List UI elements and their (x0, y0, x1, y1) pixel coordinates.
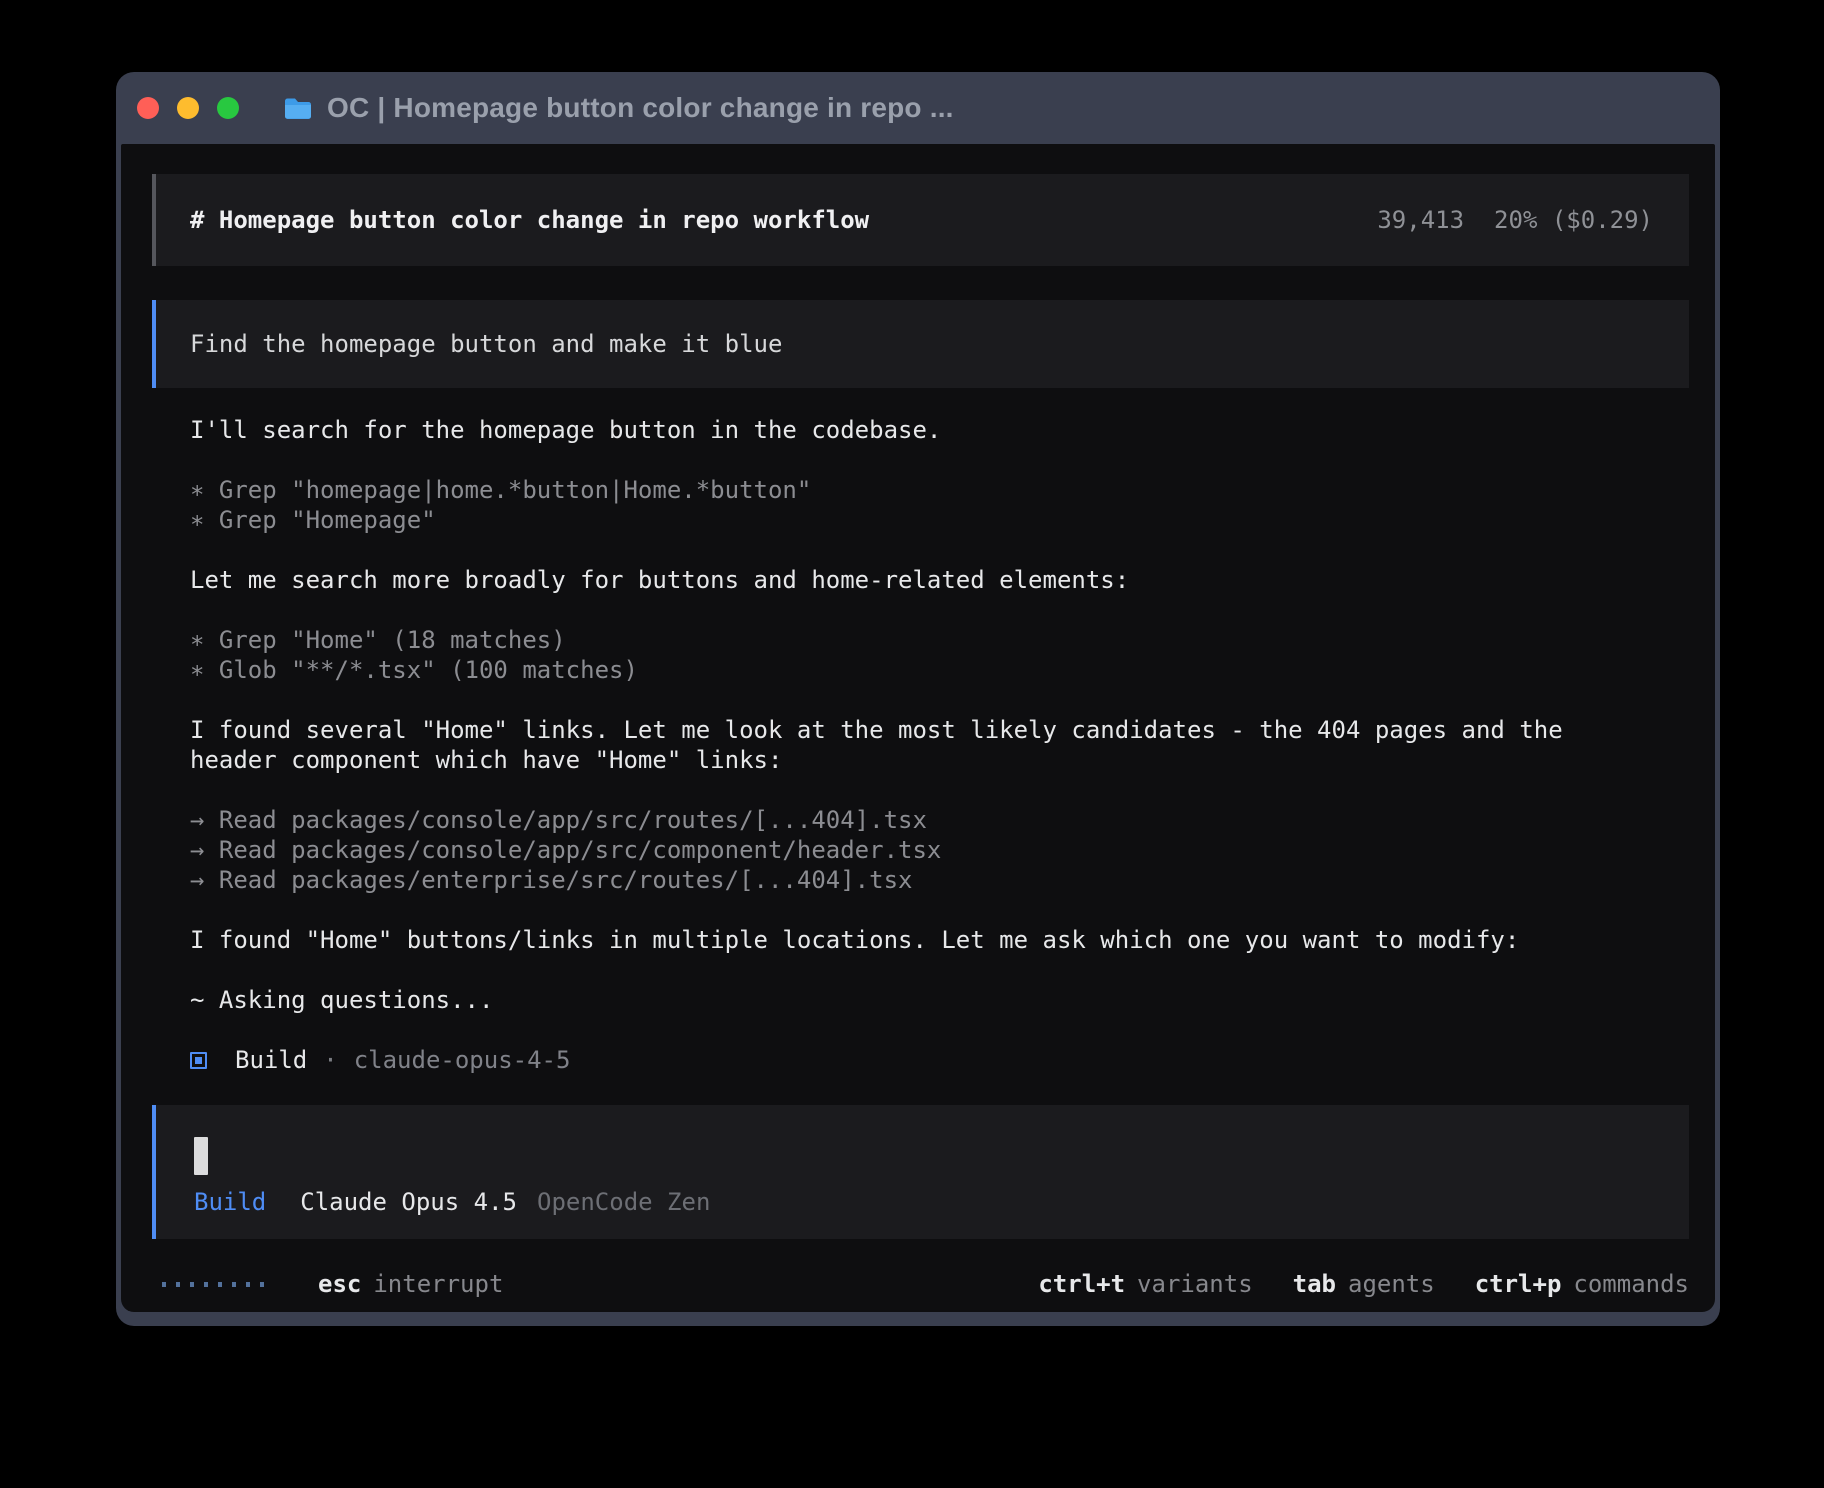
assistant-paragraph: I found "Home" buttons/links in multiple… (190, 925, 1650, 955)
token-count: 39,413 (1377, 205, 1464, 235)
session-title: # Homepage button color change in repo w… (190, 205, 869, 235)
input-model-label: Claude Opus 4.5 (300, 1187, 517, 1217)
assistant-line: → Read packages/enterprise/src/routes/[.… (190, 865, 1650, 895)
assistant-paragraph: I found several "Home" links. Let me loo… (190, 715, 1650, 775)
window-titlebar[interactable]: OC | Homepage button color change in rep… (116, 72, 1720, 144)
terminal-window: OC | Homepage button color change in rep… (116, 72, 1720, 1326)
folder-icon (283, 96, 313, 121)
status-bar: esc interrupt ctrl+t variants tab agents… (152, 1269, 1689, 1299)
spinner-dot (218, 1282, 222, 1287)
close-button[interactable] (137, 97, 159, 119)
agent-model: claude-opus-4-5 (354, 1045, 571, 1075)
assistant-line: Let me search more broadly for buttons a… (190, 565, 1650, 595)
maximize-button[interactable] (217, 97, 239, 119)
spinner-dot (204, 1282, 208, 1287)
assistant-paragraph: ∗ Grep "Home" (18 matches)∗ Glob "**/*.t… (190, 625, 1650, 685)
assistant-line: ~ Asking questions... (190, 985, 1650, 1015)
assistant-paragraph: ~ Asking questions... (190, 985, 1650, 1015)
agent-status-row: Build · claude-opus-4-5 (190, 1045, 1689, 1075)
minimize-button[interactable] (177, 97, 199, 119)
spinner-dot (232, 1282, 236, 1287)
status-left: esc interrupt (152, 1269, 503, 1299)
assistant-line: I'll search for the homepage button in t… (190, 415, 1650, 445)
assistant-line: ∗ Glob "**/*.tsx" (100 matches) (190, 655, 1650, 685)
agent-name: Build (235, 1045, 307, 1075)
esc-key-label: interrupt (373, 1269, 503, 1299)
assistant-paragraph: ∗ Grep "homepage|home.*button|Home.*butt… (190, 475, 1650, 535)
session-header: # Homepage button color change in repo w… (152, 174, 1689, 266)
assistant-paragraph: Let me search more broadly for buttons a… (190, 565, 1650, 595)
spinner-dot (190, 1282, 194, 1287)
assistant-line: I found several "Home" links. Let me loo… (190, 715, 1650, 775)
assistant-messages: I'll search for the homepage button in t… (190, 415, 1650, 1045)
status-right: ctrl+t variants tab agents ctrl+p comman… (1038, 1269, 1689, 1299)
session-stats: 39,413 20% ($0.29) (1377, 205, 1653, 235)
input-provider-label: OpenCode Zen (537, 1187, 710, 1217)
user-message: Find the homepage button and make it blu… (152, 300, 1689, 388)
window-title: OC | Homepage button color change in rep… (327, 92, 954, 124)
input-meta-row: Build Claude Opus 4.5 OpenCode Zen (194, 1187, 1651, 1217)
text-cursor (194, 1137, 208, 1175)
prompt-input[interactable]: Build Claude Opus 4.5 OpenCode Zen (152, 1105, 1689, 1239)
spinner-dot (176, 1282, 180, 1287)
assistant-line: ∗ Grep "Homepage" (190, 505, 1650, 535)
spinner-dot (162, 1282, 166, 1287)
assistant-line: → Read packages/console/app/src/routes/[… (190, 805, 1650, 835)
assistant-paragraph: I'll search for the homepage button in t… (190, 415, 1650, 445)
shortcut-commands: ctrl+p commands (1475, 1269, 1689, 1299)
user-message-text: Find the homepage button and make it blu… (190, 329, 782, 359)
assistant-paragraph: → Read packages/console/app/src/routes/[… (190, 805, 1650, 895)
assistant-line: I found "Home" buttons/links in multiple… (190, 925, 1650, 955)
spinner-dots (162, 1282, 264, 1287)
assistant-line: ∗ Grep "homepage|home.*button|Home.*butt… (190, 475, 1650, 505)
input-agent-label[interactable]: Build (194, 1187, 266, 1217)
esc-key-hint: esc (318, 1269, 361, 1299)
assistant-line: → Read packages/console/app/src/componen… (190, 835, 1650, 865)
context-cost: 20% ($0.29) (1494, 205, 1653, 235)
shortcut-variants: ctrl+t variants (1038, 1269, 1252, 1299)
traffic-lights (137, 97, 239, 119)
shortcut-agents: tab agents (1293, 1269, 1435, 1299)
agent-build-icon (190, 1052, 207, 1069)
agent-separator: · (323, 1045, 337, 1075)
spinner-dot (260, 1282, 264, 1287)
spinner-dot (246, 1282, 250, 1287)
terminal-content: # Homepage button color change in repo w… (121, 144, 1715, 1312)
assistant-line: ∗ Grep "Home" (18 matches) (190, 625, 1650, 655)
